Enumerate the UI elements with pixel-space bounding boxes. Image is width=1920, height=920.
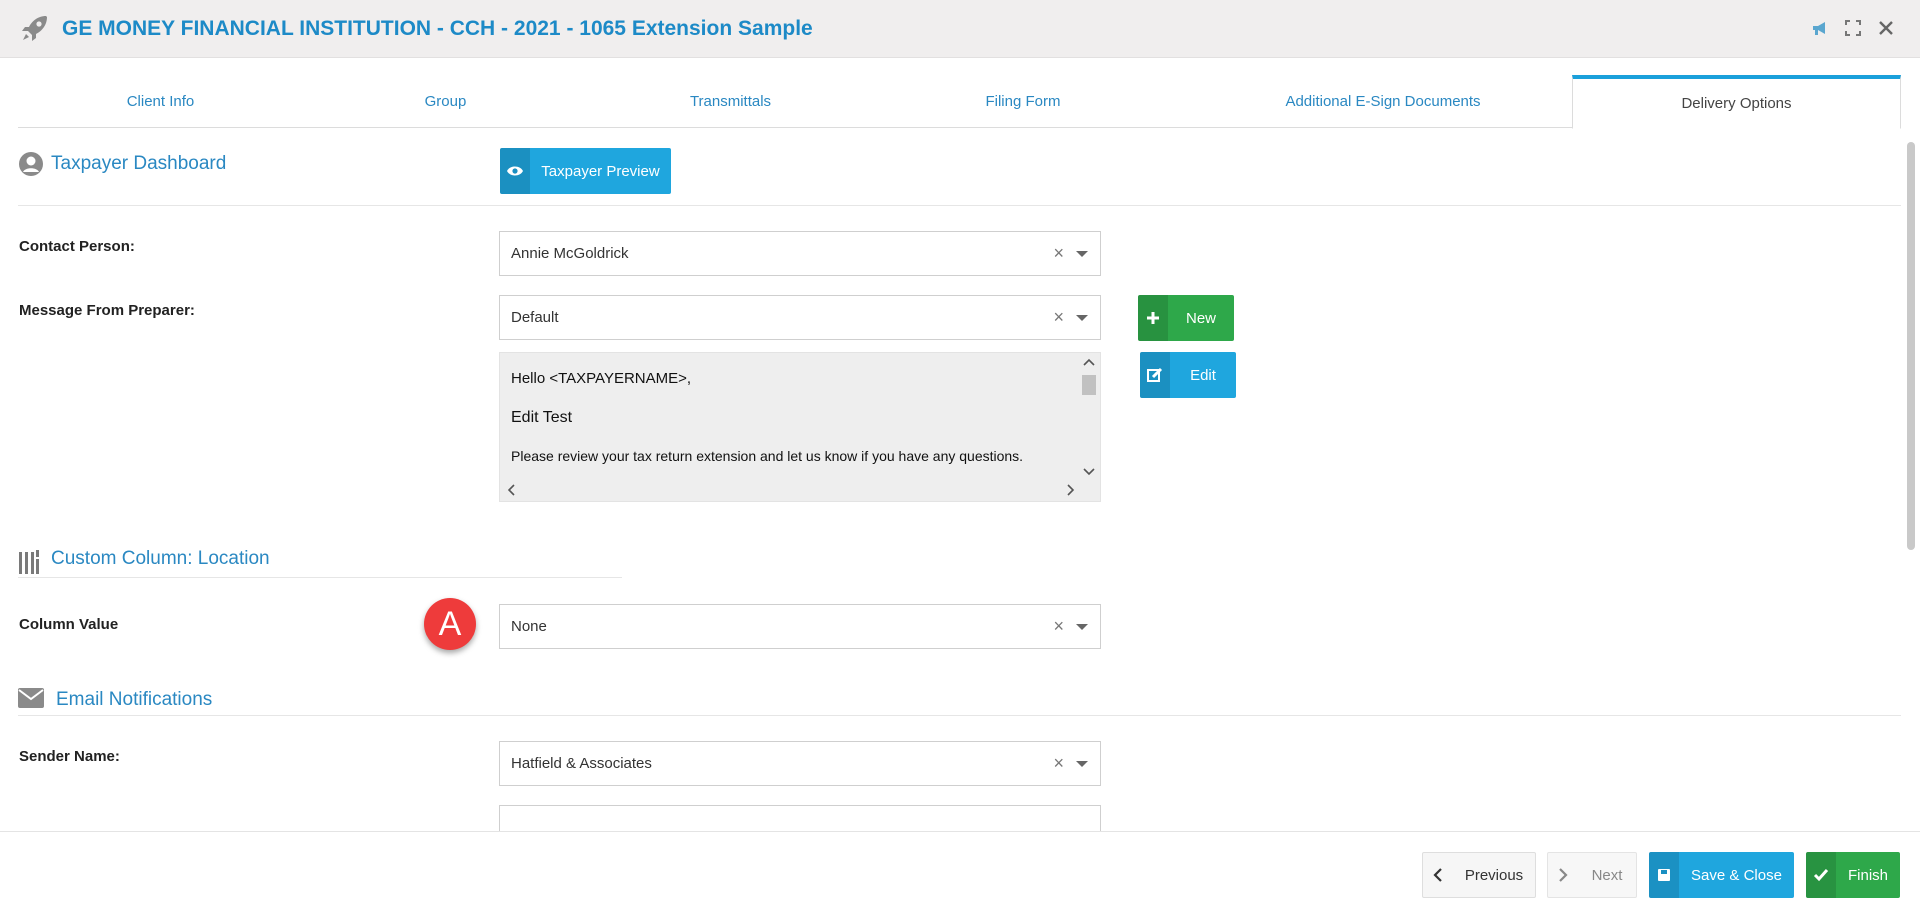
tab-transmittals[interactable]: Transmittals — [588, 76, 873, 128]
user-circle-icon — [19, 152, 43, 176]
edit-button-label: Edit — [1190, 366, 1216, 384]
message-from-preparer-value: Default — [511, 309, 559, 326]
taxpayer-preview-button[interactable]: Taxpayer Preview — [500, 148, 671, 194]
section-title-taxpayer-dashboard: Taxpayer Dashboard — [51, 153, 227, 174]
contact-person-select[interactable]: Annie McGoldrick × — [499, 231, 1101, 276]
message-line-body: Please review your tax return extension … — [511, 448, 1024, 464]
finish-button[interactable]: Finish — [1806, 852, 1900, 898]
clear-icon[interactable]: × — [1053, 753, 1064, 774]
new-message-button[interactable]: New — [1138, 295, 1234, 341]
chevron-down-icon[interactable] — [1076, 761, 1088, 767]
contact-person-label: Contact Person: — [19, 238, 135, 255]
sender-name-label: Sender Name: — [19, 748, 120, 765]
column-value-label: Column Value — [19, 616, 119, 633]
eye-icon — [500, 148, 530, 194]
chevron-down-icon[interactable] — [1076, 251, 1088, 257]
message-from-preparer-label: Message From Preparer: — [19, 302, 195, 319]
save-close-label: Save & Close — [1691, 866, 1782, 884]
rocket-icon — [22, 16, 47, 41]
check-icon — [1806, 852, 1836, 898]
divider — [18, 577, 622, 578]
sender-name-value: Hatfield & Associates — [511, 755, 652, 772]
floppy-icon — [1649, 852, 1679, 898]
taxpayer-preview-label: Taxpayer Preview — [541, 162, 660, 180]
edit-message-button[interactable]: Edit — [1140, 352, 1236, 398]
window-title: GE MONEY FINANCIAL INSTITUTION - CCH - 2… — [62, 17, 813, 40]
message-from-preparer-select[interactable]: Default × — [499, 295, 1101, 340]
section-title-custom-column: Custom Column: Location — [51, 548, 270, 569]
column-value-value: None — [511, 618, 547, 635]
next-field-partial[interactable] — [499, 805, 1101, 831]
envelope-icon — [18, 688, 44, 708]
clear-icon[interactable]: × — [1053, 307, 1064, 328]
chevron-down-icon[interactable] — [1076, 624, 1088, 630]
message-line-greeting: Hello <TAXPAYERNAME>, — [511, 370, 692, 387]
section-title-email-notifications: Email Notifications — [56, 689, 213, 710]
clear-icon[interactable]: × — [1053, 243, 1064, 264]
message-preview-box[interactable]: Hello <TAXPAYERNAME>, Edit Test Please r… — [499, 352, 1101, 502]
divider — [18, 715, 1901, 716]
column-value-select[interactable]: None × — [499, 604, 1101, 649]
message-line-heading: Edit Test — [511, 409, 573, 426]
next-button[interactable]: Next — [1547, 852, 1637, 898]
page-scrollbar[interactable] — [1907, 142, 1915, 550]
contact-person-value: Annie McGoldrick — [511, 245, 629, 262]
finish-label: Finish — [1847, 866, 1888, 884]
edit-icon — [1140, 352, 1170, 398]
chevron-right-icon — [1548, 853, 1578, 897]
tab-additional-e-sign-documents[interactable]: Additional E-Sign Documents — [1173, 76, 1593, 128]
megaphone-icon[interactable] — [1810, 18, 1830, 38]
divider — [18, 205, 1901, 206]
clear-icon[interactable]: × — [1053, 616, 1064, 637]
previous-button[interactable]: Previous — [1422, 852, 1536, 898]
chevron-left-icon — [1423, 853, 1453, 897]
tab-bar: Client Info Group Transmittals Filing Fo… — [18, 75, 1901, 129]
tab-client-info[interactable]: Client Info — [18, 76, 303, 128]
close-icon[interactable] — [1876, 18, 1896, 38]
columns-icon — [19, 550, 39, 574]
title-bar: GE MONEY FINANCIAL INSTITUTION - CCH - 2… — [0, 0, 1920, 58]
chevron-down-icon[interactable] — [1076, 315, 1088, 321]
annotation-badge: A — [424, 598, 476, 650]
tab-group[interactable]: Group — [303, 76, 588, 128]
vertical-scrollbar[interactable] — [1078, 353, 1100, 481]
tab-filing-form[interactable]: Filing Form — [873, 76, 1173, 128]
expand-icon[interactable] — [1843, 18, 1863, 38]
horizontal-scrollbar[interactable] — [500, 479, 1102, 501]
next-label: Next — [1591, 866, 1623, 884]
plus-icon — [1138, 295, 1168, 341]
save-close-button[interactable]: Save & Close — [1649, 852, 1794, 898]
sender-name-select[interactable]: Hatfield & Associates × — [499, 741, 1101, 786]
tab-delivery-options[interactable]: Delivery Options — [1572, 75, 1901, 129]
new-button-label: New — [1185, 309, 1216, 327]
previous-label: Previous — [1464, 866, 1524, 884]
